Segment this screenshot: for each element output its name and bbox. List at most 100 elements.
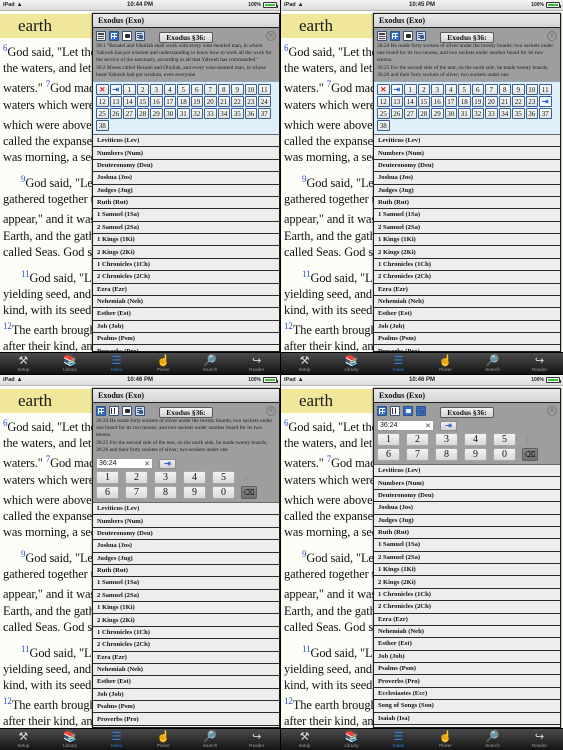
grid-icon[interactable] <box>390 30 400 41</box>
tab-index[interactable]: ☰ Index <box>375 731 422 748</box>
chapter-cell-3[interactable]: 3 <box>431 84 444 96</box>
key-0[interactable]: 0 <box>212 486 235 500</box>
chapter-cell-7[interactable]: 7 <box>204 84 217 96</box>
chapter-cell-1[interactable]: 1 <box>404 84 417 96</box>
close-circle-icon[interactable]: ✕ <box>547 30 557 41</box>
book-item[interactable]: 2 Samuel (2Sa) <box>93 221 279 235</box>
chapter-cell-21[interactable]: 21 <box>498 96 511 108</box>
chapter-cell-18[interactable]: 18 <box>458 96 471 108</box>
calculator-icon[interactable] <box>377 30 387 41</box>
book-item[interactable]: Job (Job) <box>374 650 560 663</box>
tab-setup[interactable]: ⚒ Setup <box>0 731 47 748</box>
book-item[interactable]: 1 Kings (1Ki) <box>93 234 279 247</box>
key-6[interactable]: 6 <box>96 486 119 500</box>
key-2[interactable]: 2 <box>406 433 429 446</box>
book-item[interactable]: 2 Chronicles (2Ch) <box>93 271 279 284</box>
book-item[interactable]: 2 Chronicles (2Ch) <box>93 639 279 652</box>
chapter-cell-28[interactable]: 28 <box>417 108 430 120</box>
book-item[interactable]: Nehemiah (Neh) <box>374 625 560 639</box>
key-9[interactable]: 9 <box>183 486 206 500</box>
chapter-cell-35[interactable]: 35 <box>231 108 244 120</box>
book-item[interactable]: Ruth (Rut) <box>374 526 560 540</box>
chapter-cell-37[interactable]: 37 <box>258 108 271 120</box>
chapter-cell-19[interactable]: 19 <box>190 96 203 108</box>
chapter-cell-4[interactable]: 4 <box>444 84 457 96</box>
book-item[interactable]: Job (Job) <box>374 320 560 334</box>
key-7[interactable]: 7 <box>406 448 429 461</box>
chapter-cell-13[interactable]: 13 <box>390 96 403 108</box>
chapter-cell-33[interactable]: 33 <box>485 108 498 120</box>
grid-icon[interactable] <box>377 405 387 416</box>
key-4[interactable]: 4 <box>183 471 206 485</box>
go-arrow-icon[interactable]: ⇥ <box>390 84 403 96</box>
chapter-cell-38[interactable]: 38 <box>377 120 390 132</box>
book-item[interactable]: 2 Samuel (2Sa) <box>93 589 279 603</box>
chapter-cell-14[interactable]: 14 <box>404 96 417 108</box>
book-item[interactable]: 2 Samuel (2Sa) <box>374 221 560 235</box>
book-item[interactable]: Leviticus (Lev) <box>93 503 279 516</box>
chapter-cell-34[interactable]: 34 <box>217 108 230 120</box>
book-item[interactable]: Ezra (Ezr) <box>93 283 279 296</box>
chapter-cell-25[interactable]: 25 <box>377 108 390 120</box>
book-item[interactable]: Job (Job) <box>93 320 279 334</box>
book-item[interactable]: Nehemiah (Neh) <box>374 295 560 309</box>
tab-reader[interactable]: ↪ Reader <box>516 355 563 372</box>
book-item[interactable]: Esther (Est) <box>93 676 279 689</box>
tab-setup[interactable]: ⚒ Setup <box>281 355 328 372</box>
book-item[interactable]: 1 Kings (1Ki) <box>374 564 560 577</box>
tab-library[interactable]: 📚 Library <box>328 731 375 748</box>
popup-reference-label[interactable]: Exodus §36: <box>159 406 213 418</box>
calculator-icon[interactable] <box>96 30 106 41</box>
grid-icon[interactable] <box>109 30 119 41</box>
book-item[interactable]: 1 Kings (1Ki) <box>374 234 560 247</box>
tab-reader[interactable]: ↪ Reader <box>233 731 280 748</box>
chapter-cell-1[interactable]: 1 <box>123 84 136 96</box>
close-circle-icon[interactable]: ✕ <box>266 30 276 41</box>
chapter-cell-36[interactable]: 36 <box>525 108 538 120</box>
book-item[interactable]: Isaiah (Isa) <box>374 712 560 725</box>
book-item[interactable]: Ezra (Ezr) <box>374 613 560 626</box>
tab-search[interactable]: 🔎 Search <box>469 731 516 748</box>
chapter-cell-29[interactable]: 29 <box>150 108 163 120</box>
chapter-cell-13[interactable]: 13 <box>109 96 122 108</box>
key-4[interactable]: 4 <box>464 433 487 446</box>
chapter-cell-5[interactable]: 5 <box>458 84 471 96</box>
go-arrow-icon[interactable]: ⇥ <box>440 420 457 431</box>
book-item[interactable]: Numbers (Num) <box>93 515 279 528</box>
chapter-cell-35[interactable]: 35 <box>512 108 525 120</box>
chapter-cell-24[interactable]: 24 <box>258 96 271 108</box>
tab-picker[interactable]: ☝ Picker <box>140 731 187 748</box>
book-item[interactable]: Proverbs (Pro) <box>93 345 279 351</box>
chapter-cell-33[interactable]: 33 <box>204 108 217 120</box>
book-item[interactable]: Ecclesiastes (Ecc) <box>93 725 279 727</box>
tab-picker[interactable]: ☝ Picker <box>140 355 187 372</box>
tab-reader[interactable]: ↪ Reader <box>233 355 280 372</box>
book-item[interactable]: Leviticus (Lev) <box>374 465 560 478</box>
tab-index[interactable]: ☰ Index <box>375 355 422 372</box>
chapter-cell-11[interactable]: 11 <box>539 84 552 96</box>
book-item[interactable]: Leviticus (Lev) <box>374 135 560 148</box>
book-item[interactable]: 1 Chronicles (1Ch) <box>93 258 279 272</box>
chapter-cell-16[interactable]: 16 <box>431 96 444 108</box>
book-item[interactable]: Esther (Est) <box>93 308 279 321</box>
book-item[interactable]: Judges (Jug) <box>374 184 560 197</box>
tab-index[interactable]: ☰ Index <box>93 355 140 372</box>
columns-icon[interactable] <box>390 405 400 416</box>
chapter-cell-7[interactable]: 7 <box>485 84 498 96</box>
book-item[interactable]: Proverbs (Pro) <box>374 675 560 688</box>
tab-library[interactable]: 📚 Library <box>47 731 94 748</box>
book-item[interactable]: 2 Kings (2Ki) <box>374 576 560 589</box>
book-item[interactable]: Psalms (Psm) <box>374 663 560 676</box>
tab-picker[interactable]: ☝ Picker <box>422 731 469 748</box>
book-item[interactable]: Joshua (Jos) <box>93 172 279 185</box>
chapter-cell-2[interactable]: 2 <box>136 84 149 96</box>
chapter-cell-9[interactable]: 9 <box>231 84 244 96</box>
book-item[interactable]: Esther (Est) <box>374 308 560 321</box>
book-item[interactable]: 1 Chronicles (1Ch) <box>93 626 279 640</box>
key-colon[interactable]: : <box>522 433 533 446</box>
chapter-cell-3[interactable]: 3 <box>150 84 163 96</box>
chapter-cell-22[interactable]: 22 <box>231 96 244 108</box>
chapter-cell-29[interactable]: 29 <box>431 108 444 120</box>
book-item[interactable]: 2 Chronicles (2Ch) <box>374 271 560 284</box>
tab-library[interactable]: 📚 Library <box>328 355 375 372</box>
